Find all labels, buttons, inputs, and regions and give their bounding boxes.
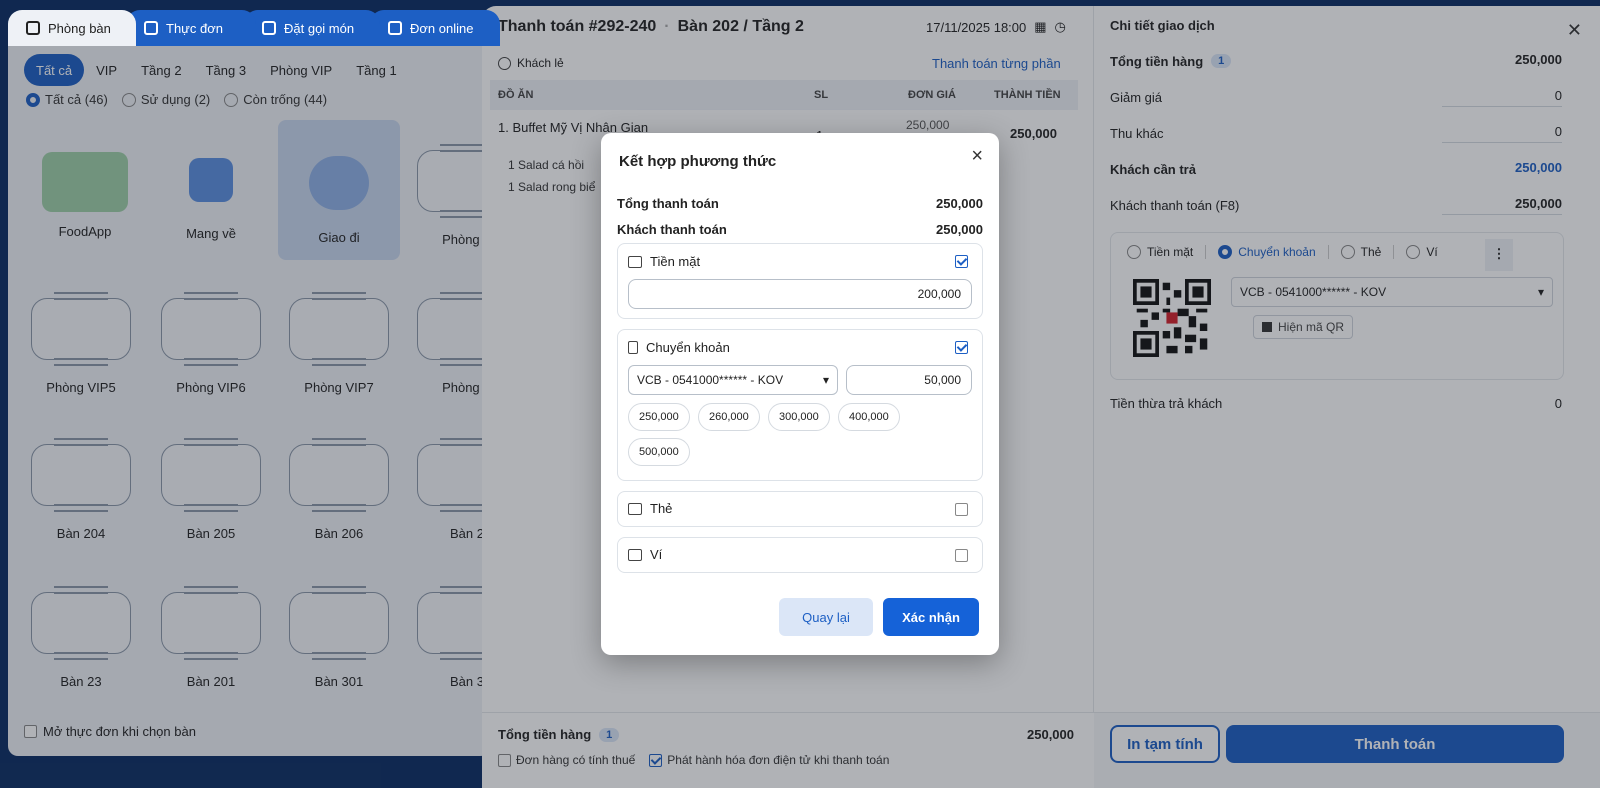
transfer-icon (628, 341, 638, 354)
wallet-checkbox[interactable] (955, 549, 968, 562)
tab-phong-ban[interactable]: Phòng bàn (8, 10, 136, 46)
wallet-icon (628, 548, 642, 561)
order-icon (262, 21, 276, 35)
amount-chip[interactable]: 300,000 (768, 403, 830, 431)
cash-amount-input[interactable]: 200,000 (628, 279, 972, 309)
back-button[interactable]: Quay lại (779, 598, 873, 636)
confirm-button[interactable]: Xác nhận (883, 598, 979, 636)
bag-icon (388, 21, 402, 35)
modal-total: Tổng thanh toán 250,000 (617, 196, 983, 211)
amount-chip[interactable]: 260,000 (698, 403, 760, 431)
cash-icon (628, 255, 642, 268)
card-checkbox[interactable] (955, 503, 968, 516)
card-method: Thẻ (617, 491, 983, 527)
close-icon[interactable]: × (971, 145, 983, 168)
modal-paid: Khách thanh toán 250,000 (617, 222, 983, 237)
modal-title: Kết hợp phương thức (619, 153, 777, 170)
tab-don-online[interactable]: Đơn online (370, 10, 500, 46)
menu-icon (144, 21, 158, 35)
transfer-amount-input[interactable]: 50,000 (846, 365, 972, 395)
combine-methods-modal: Kết hợp phương thức × Tổng thanh toán 250… (601, 133, 999, 655)
transfer-card: Chuyển khoản VCB - 0541000****** - KOV ▾ … (617, 329, 983, 481)
credit-card-icon (628, 502, 642, 515)
tab-thuc-don[interactable]: Thực đơn (126, 10, 256, 46)
table-icon (26, 21, 40, 35)
wallet-method: Ví (617, 537, 983, 573)
tab-dat-goi-mon[interactable]: Đặt gọi món (244, 10, 380, 46)
transfer-checkbox[interactable] (955, 341, 968, 354)
top-tabs: Phòng bàn Thực đơn Đặt gọi món Đơn onlin… (8, 6, 500, 46)
caret-down-icon: ▾ (822, 373, 829, 387)
amount-chip[interactable]: 250,000 (628, 403, 690, 431)
amount-chip[interactable]: 500,000 (628, 438, 690, 466)
bank-select[interactable]: VCB - 0541000****** - KOV ▾ (628, 365, 838, 395)
cash-checkbox[interactable] (955, 255, 968, 268)
amount-chip[interactable]: 400,000 (838, 403, 900, 431)
cash-card: Tiền mặt 200,000 (617, 243, 983, 319)
